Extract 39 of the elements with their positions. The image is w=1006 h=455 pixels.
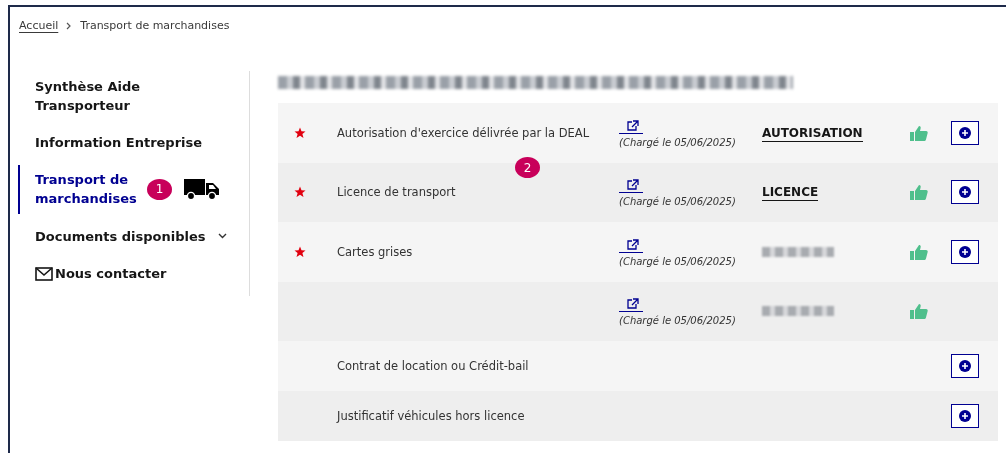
- add-button[interactable]: [951, 354, 979, 378]
- upload-date: (Chargé le 05/06/2025): [619, 255, 736, 267]
- add-button[interactable]: [951, 404, 979, 428]
- sidebar-item[interactable]: Documents disponibles: [18, 220, 249, 252]
- sidebar-item[interactable]: Transport de marchandises 1: [18, 164, 249, 214]
- redacted-file-name: [762, 306, 834, 317]
- file-link[interactable]: AUTORISATION: [762, 125, 863, 142]
- document-name: Contrat de location ou Crédit-bail: [337, 359, 529, 373]
- plus-icon: [959, 360, 971, 372]
- document-name: Justificatif véhicules hors licence: [337, 409, 525, 423]
- sidebar-item[interactable]: Synthèse Aide Transporteur: [18, 71, 249, 121]
- external-link-icon[interactable]: [619, 119, 643, 134]
- upload-date: (Chargé le 05/06/2025): [619, 315, 736, 327]
- external-link-icon[interactable]: [619, 238, 643, 253]
- mail-icon: [35, 266, 53, 281]
- sidebar-item[interactable]: Information Entreprise: [18, 127, 249, 158]
- add-button[interactable]: [951, 239, 979, 264]
- chevron-right-icon: [66, 21, 73, 30]
- annotation-badge: 1: [147, 178, 172, 200]
- sidebar-item[interactable]: Nous contacter: [18, 258, 249, 289]
- plus-icon: [959, 186, 971, 199]
- file-link[interactable]: LICENCE: [762, 185, 819, 202]
- plus-icon: [959, 410, 971, 422]
- upload-date: (Chargé le 05/06/2025): [619, 196, 736, 208]
- breadcrumb-link[interactable]: Accueil: [19, 19, 59, 32]
- truck-icon: [184, 177, 220, 202]
- upload-date: (Chargé le 05/06/2025): [619, 136, 736, 148]
- plus-icon: [959, 126, 971, 139]
- document-name: Cartes grises: [337, 244, 413, 259]
- external-link-icon[interactable]: [619, 179, 643, 194]
- add-button[interactable]: [951, 120, 979, 145]
- document-name: Licence de transport: [337, 185, 456, 200]
- add-button[interactable]: [951, 180, 979, 205]
- plus-icon: [959, 245, 971, 258]
- breadcrumb-current: Transport de marchandises: [80, 19, 230, 32]
- external-link-icon[interactable]: [619, 298, 643, 313]
- document-name: Autorisation d'exercice délivrée par la DEAL: [337, 125, 590, 140]
- chevron-down-icon: [217, 233, 227, 240]
- redacted-file-name: [762, 246, 834, 257]
